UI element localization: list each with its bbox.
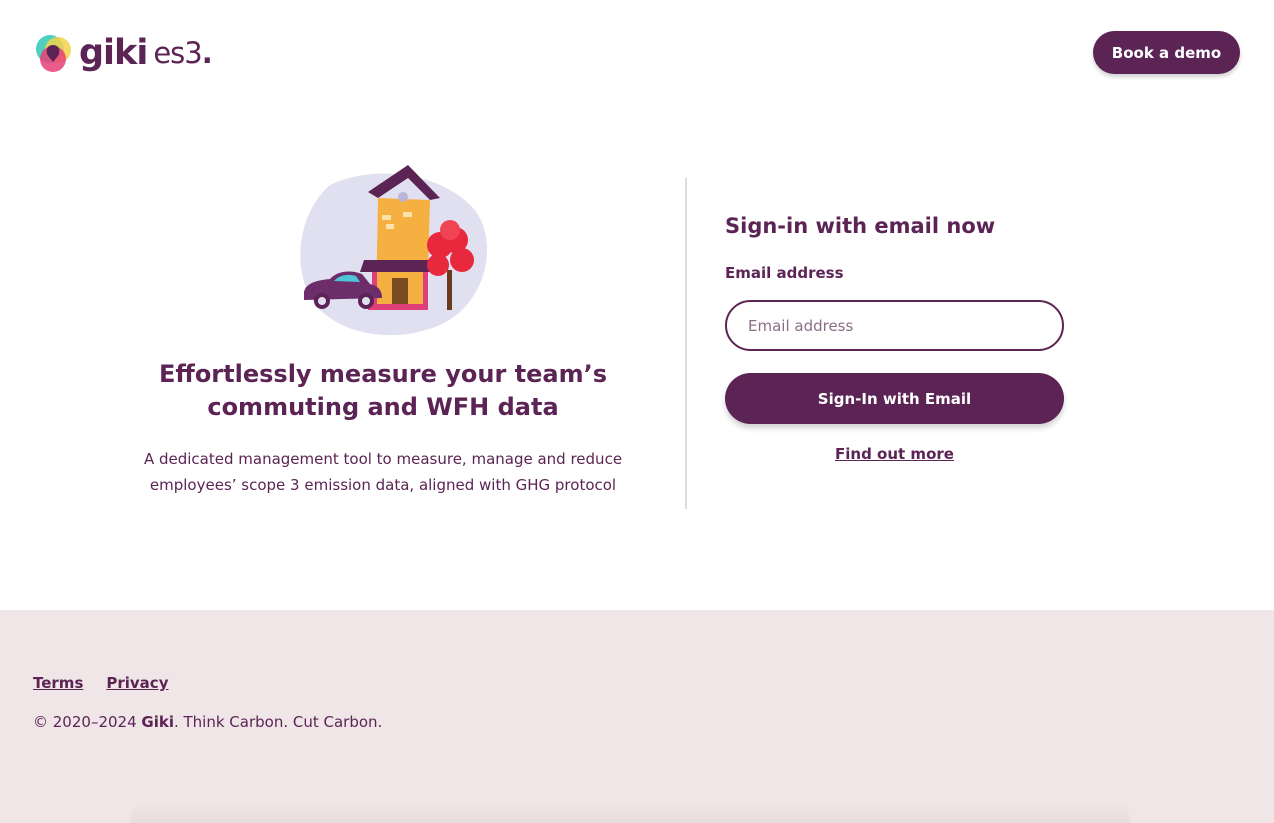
hero-headline: Effortlessly measure your team’s commuti… <box>100 358 666 424</box>
footer-links: Terms Privacy <box>33 674 168 692</box>
book-demo-button[interactable]: Book a demo <box>1093 31 1240 74</box>
site-header: giki es3 . Book a demo <box>0 0 1274 110</box>
terms-link[interactable]: Terms <box>33 674 83 692</box>
giki-logo-icon <box>36 35 71 72</box>
copyright-prefix: © 2020–2024 <box>33 713 142 731</box>
hero-headline-line-2: commuting and WFH data <box>207 393 559 421</box>
email-label: Email address <box>725 264 844 282</box>
signin-with-email-button[interactable]: Sign-In with Email <box>725 373 1064 424</box>
site-footer: Terms Privacy © 2020–2024 Giki. Think Ca… <box>0 610 1274 823</box>
find-out-more-link[interactable]: Find out more <box>725 445 1064 463</box>
vertical-divider <box>685 178 687 509</box>
logo-dot: . <box>201 35 213 70</box>
hero-description-line-2: employees’ scope 3 emission data, aligne… <box>149 476 617 494</box>
house-car-tree-illustration <box>300 165 488 336</box>
logo-product-name: es3 <box>153 35 202 70</box>
signin-title: Sign-in with email now <box>725 214 996 238</box>
copyright-text: © 2020–2024 Giki. Think Carbon. Cut Carb… <box>33 713 382 731</box>
email-input[interactable] <box>725 300 1064 351</box>
giki-logo[interactable]: giki es3 . <box>32 32 213 74</box>
hero-headline-line-1: Effortlessly measure your team’s <box>158 360 608 388</box>
logo-wordmark: giki <box>79 32 148 73</box>
copyright-suffix: . Think Carbon. Cut Carbon. <box>173 713 383 731</box>
footer-shadow <box>130 800 1130 823</box>
hero-description: A dedicated management tool to measure, … <box>100 446 666 498</box>
copyright-brand: Giki <box>141 713 174 731</box>
privacy-link[interactable]: Privacy <box>106 674 168 692</box>
hero-description-line-1: A dedicated management tool to measure, … <box>143 450 623 468</box>
